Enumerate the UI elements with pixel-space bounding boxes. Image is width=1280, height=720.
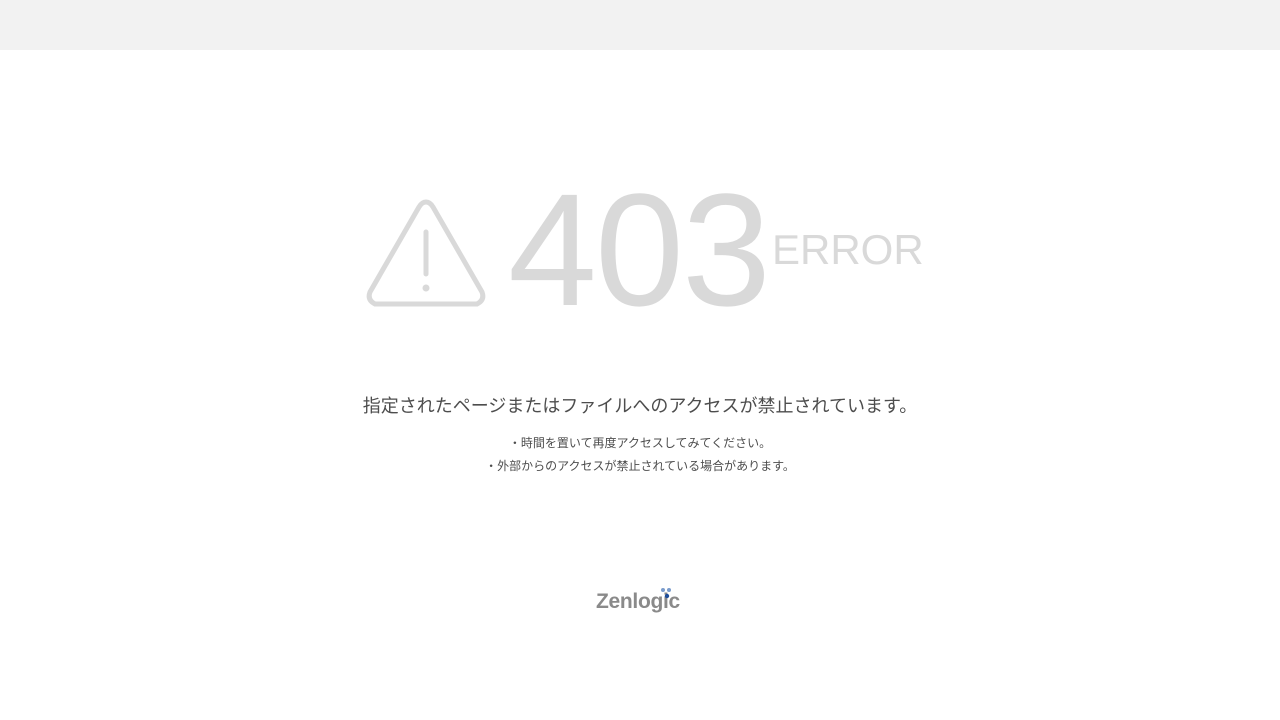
hint-list: ・時間を置いて再度アクセスしてみてください。 ・外部からのアクセスが禁止されてい… <box>0 432 1280 478</box>
zenlogic-logo: Zenlogic <box>596 584 686 618</box>
top-bar <box>0 0 1280 50</box>
error-code: 403 <box>508 160 771 339</box>
error-header: 403 ERROR <box>0 160 1280 339</box>
error-message: 指定されたページまたはファイルへのアクセスが禁止されています。 <box>362 396 918 417</box>
logo-dots-icon <box>660 584 674 599</box>
error-label: ERROR <box>772 226 924 273</box>
hint-item: ・時間を置いて再度アクセスしてみてください。 <box>508 436 772 450</box>
hint-item: ・外部からのアクセスが禁止されている場合があります。 <box>485 459 795 473</box>
warning-triangle-icon <box>364 196 488 308</box>
